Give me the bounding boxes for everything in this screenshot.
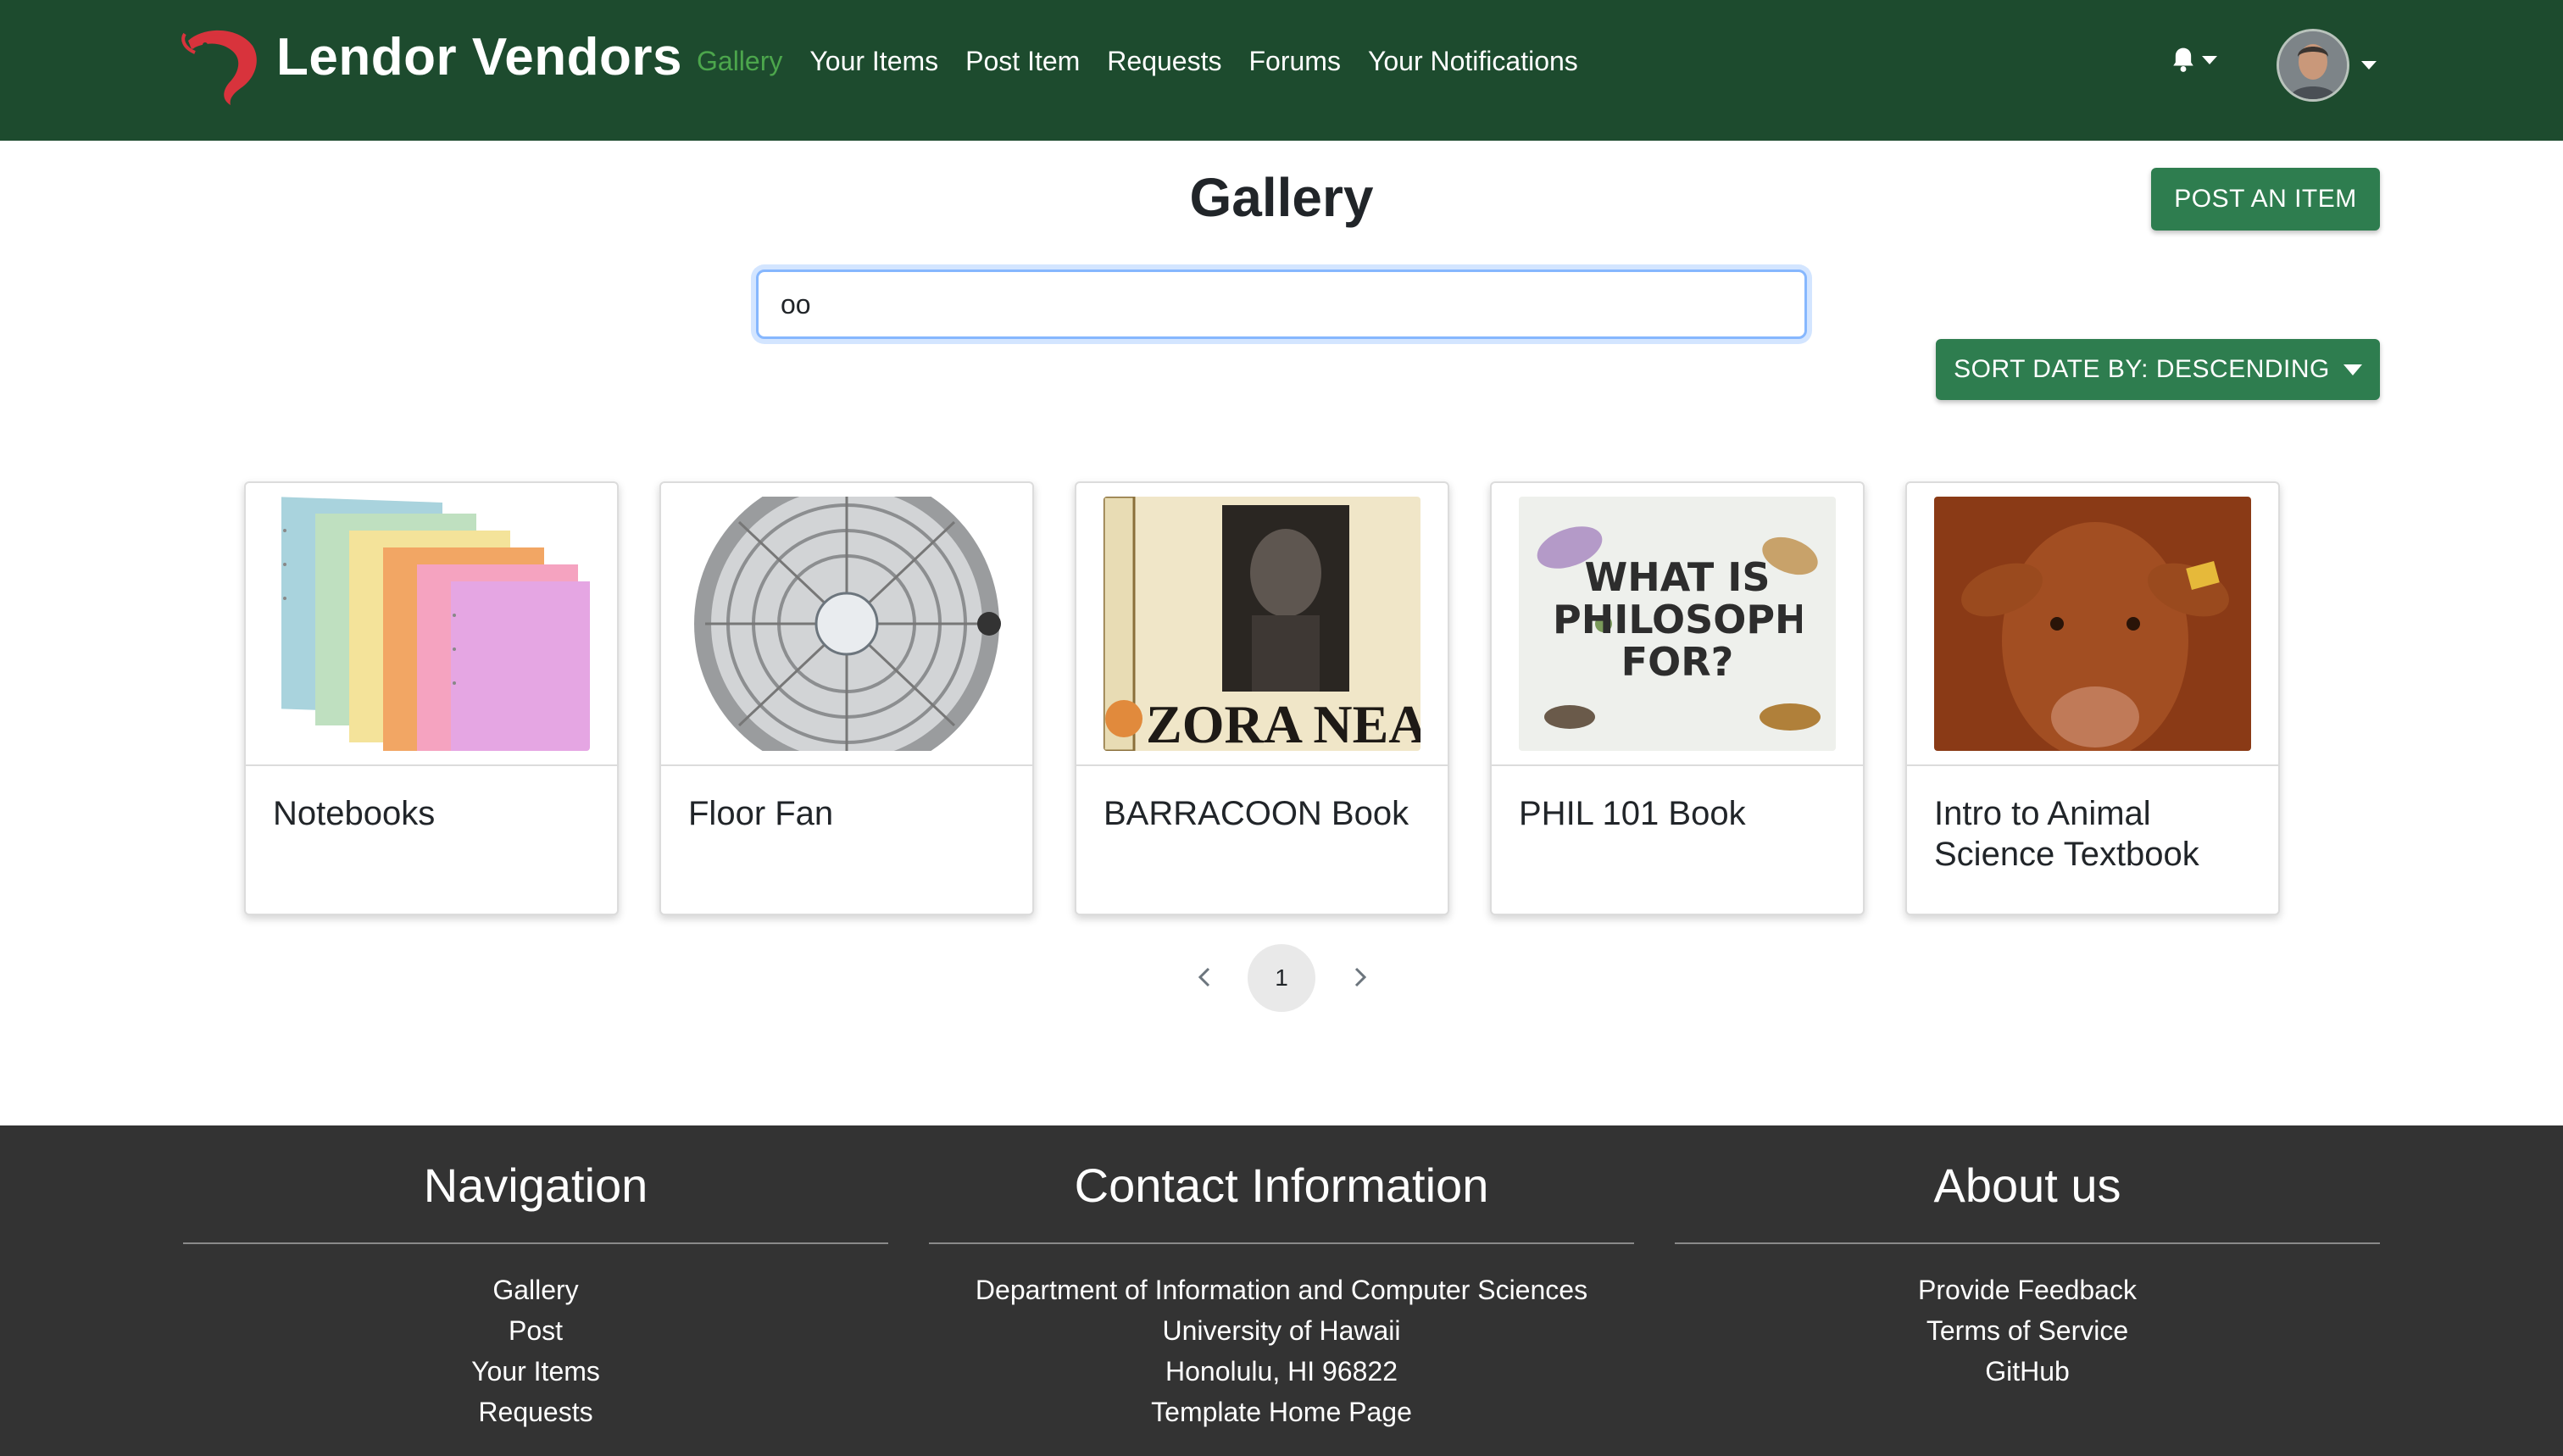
- chevron-down-icon: [2361, 61, 2377, 69]
- item-image-philosophy-book: WHAT IS PHILOSOPHY FOR?: [1519, 497, 1836, 751]
- card-divider: [246, 764, 617, 766]
- card-divider: [1907, 764, 2278, 766]
- item-title[interactable]: PHIL 101 Book: [1519, 793, 1841, 834]
- shrimp-logo-icon[interactable]: [180, 22, 264, 107]
- nav-link-gallery[interactable]: Gallery: [697, 46, 782, 77]
- book-cover-text: ZORA NEALE: [1146, 694, 1420, 751]
- item-image-barracoon-book: ZORA NEALE: [1104, 497, 1420, 751]
- divider: [1675, 1242, 2380, 1244]
- item-card[interactable]: WHAT IS PHILOSOPHY FOR? PHIL 101 Book: [1490, 481, 1865, 915]
- item-card[interactable]: ZORA NEALE BARRACOON Book: [1075, 481, 1449, 915]
- post-item-button[interactable]: POST AN ITEM: [2151, 168, 2380, 231]
- chevron-right-icon[interactable]: [1343, 956, 1376, 998]
- book-cover-text: WHAT IS PHILOSOPHY FOR?: [1553, 556, 1802, 685]
- footer-link-github[interactable]: GitHub: [1675, 1351, 2380, 1392]
- footer-link-template-home[interactable]: Template Home Page: [929, 1392, 1634, 1432]
- nav-link-requests[interactable]: Requests: [1107, 46, 1221, 77]
- avatar[interactable]: [2277, 29, 2349, 102]
- footer-navigation: Navigation Gallery Post Your Items Reque…: [183, 1156, 888, 1432]
- footer-link-your-items[interactable]: Your Items: [183, 1351, 888, 1392]
- footer-contact-line: Department of Information and Computer S…: [975, 1275, 1588, 1305]
- footer-link-requests[interactable]: Requests: [183, 1392, 888, 1432]
- item-card[interactable]: Intro to Animal Science Textbook: [1905, 481, 2280, 915]
- brand-name[interactable]: Lendor Vendors: [276, 27, 682, 87]
- card-divider: [661, 764, 1032, 766]
- footer-link-post[interactable]: Post: [183, 1310, 888, 1351]
- item-title[interactable]: BARRACOON Book: [1104, 793, 1426, 834]
- chevron-down-icon: [2202, 56, 2217, 64]
- item-title[interactable]: Floor Fan: [688, 793, 1010, 834]
- footer-about: About us Provide Feedback Terms of Servi…: [1675, 1156, 2380, 1392]
- sort-label: SORT DATE BY: DESCENDING: [1954, 355, 2330, 383]
- caret-down-icon: [2343, 364, 2362, 375]
- footer-link-feedback[interactable]: Provide Feedback: [1675, 1270, 2380, 1310]
- card-divider: [1076, 764, 1448, 766]
- bell-icon: [2173, 47, 2193, 72]
- item-title[interactable]: Intro to Animal Science Textbook: [1934, 793, 2256, 875]
- footer-heading: About us: [1933, 1159, 2121, 1212]
- footer-contact-line: Honolulu, HI 96822: [1165, 1356, 1398, 1387]
- item-title[interactable]: Notebooks: [273, 793, 595, 834]
- user-menu-dropdown[interactable]: [2277, 29, 2377, 102]
- footer-link-terms[interactable]: Terms of Service: [1675, 1310, 2380, 1351]
- nav-link-post-item[interactable]: Post Item: [965, 46, 1080, 77]
- pagination-page[interactable]: 1: [1248, 944, 1315, 1012]
- item-image-floor-fan: [688, 497, 1005, 751]
- nav-links: Gallery Your Items Post Item Requests Fo…: [697, 46, 1605, 77]
- footer-link-gallery[interactable]: Gallery: [183, 1270, 888, 1310]
- nav-link-notifications[interactable]: Your Notifications: [1368, 46, 1578, 77]
- chevron-left-icon[interactable]: [1188, 956, 1222, 998]
- footer-contact: Contact Information Department of Inform…: [929, 1156, 1634, 1432]
- footer: Navigation Gallery Post Your Items Reque…: [0, 1125, 2563, 1456]
- footer-contact-line: University of Hawaii: [1162, 1315, 1401, 1346]
- item-image-animal-science-textbook: [1934, 497, 2251, 751]
- item-image-notebooks: [273, 497, 590, 751]
- card-divider: [1492, 764, 1863, 766]
- item-card[interactable]: Notebooks: [244, 481, 619, 915]
- footer-heading: Navigation: [423, 1159, 648, 1212]
- divider: [929, 1242, 1634, 1244]
- divider: [183, 1242, 888, 1244]
- item-card[interactable]: Floor Fan: [659, 481, 1034, 915]
- nav-link-your-items[interactable]: Your Items: [809, 46, 938, 77]
- top-navbar: Lendor Vendors Gallery Your Items Post I…: [0, 0, 2563, 141]
- footer-heading: Contact Information: [1074, 1159, 1489, 1212]
- sort-dropdown-button[interactable]: SORT DATE BY: DESCENDING: [1936, 339, 2380, 400]
- notifications-dropdown[interactable]: [2170, 46, 2217, 75]
- search-input[interactable]: [756, 270, 1807, 339]
- nav-link-forums[interactable]: Forums: [1248, 46, 1340, 77]
